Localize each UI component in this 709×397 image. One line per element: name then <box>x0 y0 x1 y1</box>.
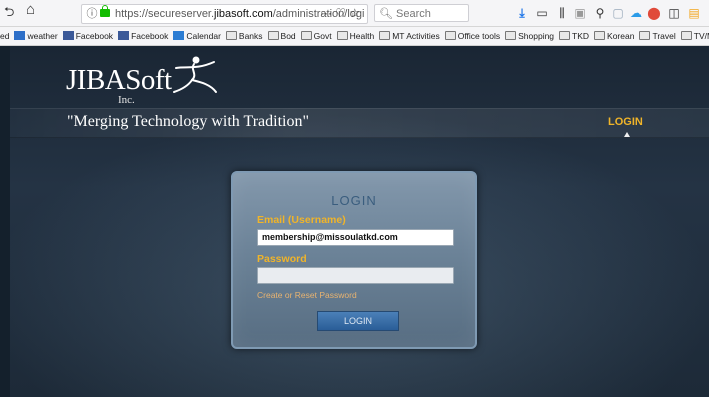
folder-icon <box>225 31 237 40</box>
nav-login-link[interactable]: LOGIN <box>608 116 643 128</box>
bookmark-label: Korean <box>607 31 635 41</box>
bookmark-item[interactable]: Govt <box>300 27 332 45</box>
bookmark-label: ed <box>0 31 10 41</box>
bookmark-label: Shopping <box>518 31 555 41</box>
email-label: Email (Username) <box>257 214 346 226</box>
bookmark-item[interactable]: weather <box>14 27 58 45</box>
bookmark-label: Facebook <box>75 31 114 41</box>
bookmark-item[interactable]: MT Activities <box>379 27 440 45</box>
login-button[interactable]: LOGIN <box>317 311 399 331</box>
cloud-icon[interactable]: ☁ <box>628 5 644 21</box>
bookmark-item[interactable]: TV/Movies <box>680 27 709 45</box>
url-prefix: https://secureserver. <box>115 8 215 20</box>
bookmark-label: TV/Movies <box>693 31 709 41</box>
screenshot-icon[interactable]: ▭ <box>534 5 550 21</box>
bookmark-item[interactable]: Calendar <box>173 27 221 45</box>
bookmark-item[interactable]: Banks <box>225 27 263 45</box>
browser-toolbar: ⮌ ⌂ ⓘ https://secureserver.jibasoft.com/a… <box>0 0 709 27</box>
reader-icon[interactable]: ▣ <box>572 5 588 21</box>
download-icon[interactable]: ⤓ <box>514 5 530 21</box>
bookmark-label: Health <box>349 31 375 41</box>
url-domain: jibasoft.com <box>214 8 273 20</box>
bookmark-label: weather <box>27 31 58 41</box>
home-icon[interactable]: ⌂ <box>26 1 35 19</box>
email-field[interactable]: membership@missoulatkd.com <box>257 229 454 246</box>
martial-artist-logo-icon <box>173 56 217 93</box>
bookmark-item[interactable]: Korean <box>594 27 634 45</box>
folder-icon <box>300 31 312 40</box>
library-icon[interactable]: ⫼ <box>554 5 570 21</box>
login-card: LOGIN Email (Username) membership@missou… <box>231 171 477 349</box>
lock-icon[interactable] <box>100 5 110 17</box>
folder-icon <box>639 31 651 40</box>
page-left-edge <box>0 46 10 397</box>
bookmark-item[interactable]: Facebook <box>118 27 168 45</box>
facebook-icon <box>62 31 74 40</box>
folder-icon <box>379 31 391 40</box>
bookmark-label: Travel <box>652 31 676 41</box>
account-icon[interactable]: ⚲ <box>592 5 608 21</box>
extension-icon[interactable]: ▢ <box>610 5 626 21</box>
folder-icon <box>444 31 456 40</box>
bookmark-label: Banks <box>238 31 263 41</box>
tagline: "Merging Technology with Tradition" <box>67 113 310 130</box>
folder-icon <box>336 31 348 40</box>
sidebar-icon[interactable]: ◫ <box>666 5 682 21</box>
bookmark-label: TKD <box>572 31 590 41</box>
folder-icon <box>559 31 571 40</box>
folder-icon <box>594 31 606 40</box>
password-label: Password <box>257 253 307 265</box>
reset-password-link[interactable]: Create or Reset Password <box>257 290 357 300</box>
bookmark-label: Govt <box>313 31 332 41</box>
search-input[interactable]: 🔍︎ Search <box>374 4 469 22</box>
logo-subtitle: Inc. <box>118 94 135 106</box>
bookmark-item[interactable]: Health <box>336 27 375 45</box>
bookmark-label: Facebook <box>131 31 169 41</box>
bookmark-label: MT Activities <box>392 31 440 41</box>
bookmark-label: Calendar <box>186 31 221 41</box>
folder-icon <box>680 31 692 40</box>
folder-icon <box>267 31 279 40</box>
back-icon[interactable]: ⮌ <box>4 3 14 21</box>
bookmark-item[interactable]: Facebook <box>62 27 114 45</box>
bookmark-label: Bod <box>280 31 296 41</box>
bookmark-item[interactable]: Travel <box>639 27 676 45</box>
adblock-icon[interactable]: ⬤ <box>646 5 662 21</box>
calendar-icon <box>173 31 185 40</box>
bookmark-item[interactable]: ed <box>0 27 9 45</box>
page-content: JIBASoft Inc. "Merging Technology with T… <box>0 46 709 397</box>
page-actions-icons[interactable]: ··· ♡ ☆ <box>320 4 360 22</box>
login-title: LOGIN <box>331 193 377 208</box>
folder-icon <box>505 31 517 40</box>
search-icon: 🔍︎ <box>379 8 397 20</box>
weather-icon <box>14 31 26 40</box>
bookmarks-bar: ed weather Facebook Facebook Calendar Banks Bo… <box>0 27 709 46</box>
password-field[interactable] <box>257 267 454 284</box>
nav-active-caret-icon <box>624 132 630 137</box>
info-icon[interactable]: ⓘ <box>86 5 98 23</box>
bookmark-item[interactable]: Bod <box>267 27 296 45</box>
bookmark-item[interactable]: TKD <box>559 27 589 45</box>
facebook-icon <box>118 31 130 40</box>
bookmark-item[interactable]: Office tools <box>444 27 501 45</box>
extension-orange-icon[interactable]: ▤ <box>686 5 702 21</box>
search-placeholder: Search <box>396 8 431 20</box>
bookmark-item[interactable]: Shopping <box>505 27 554 45</box>
bookmark-label: Office tools <box>457 31 501 41</box>
logo-text[interactable]: JIBASoft <box>66 64 172 97</box>
